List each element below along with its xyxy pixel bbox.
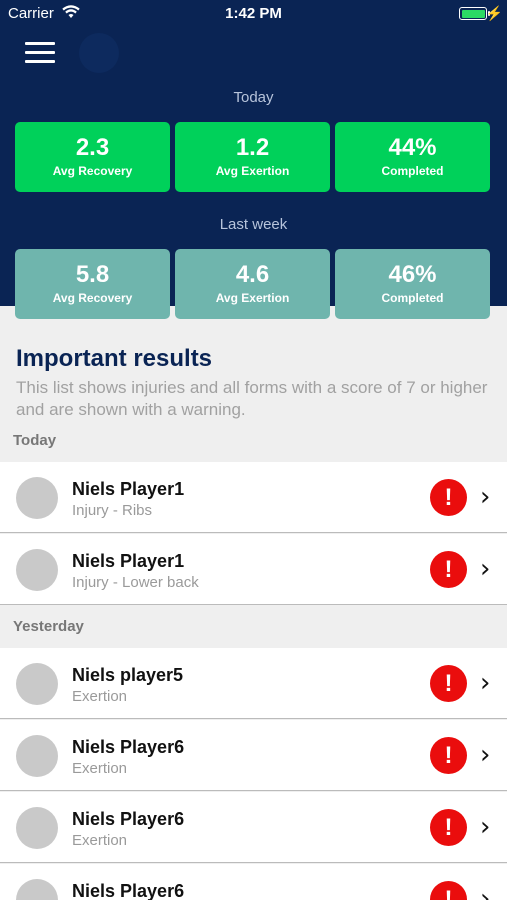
warning-icon: ! bbox=[430, 881, 467, 900]
stat-label: Avg Exertion bbox=[215, 291, 290, 305]
stat-label: Completed bbox=[381, 291, 444, 305]
clock: 1:42 PM bbox=[225, 5, 282, 22]
warning-icon: ! bbox=[430, 737, 467, 774]
result-detail: Exertion bbox=[72, 760, 128, 777]
important-results-title: Important results bbox=[16, 345, 213, 372]
warning-icon: ! bbox=[430, 665, 467, 702]
warning-icon: ! bbox=[430, 551, 467, 588]
chevron-right-icon: › bbox=[480, 482, 491, 512]
today-section-label: Today bbox=[233, 89, 274, 106]
stat-value: 4.6 bbox=[235, 261, 270, 288]
today-completed-card: 44% Completed bbox=[335, 122, 490, 192]
avatar bbox=[16, 663, 58, 705]
chevron-right-icon: › bbox=[480, 812, 491, 842]
stat-value: 5.8 bbox=[75, 261, 110, 288]
result-detail: Injury - Ribs bbox=[72, 502, 153, 519]
result-row[interactable]: Niels Player1 Injury - Lower back ! › bbox=[0, 534, 507, 605]
today-stats: 2.3 Avg Recovery 1.2 Avg Exertion 44% Co… bbox=[15, 122, 492, 192]
chevron-right-icon: › bbox=[480, 554, 491, 584]
result-detail: Injury - Lower back bbox=[72, 574, 199, 591]
last-week-section-label: Last week bbox=[219, 216, 288, 233]
important-results-description: This list shows injuries and all forms w… bbox=[16, 378, 488, 419]
hamburger-menu-icon[interactable] bbox=[25, 42, 55, 64]
result-row[interactable]: Niels Player6 Exertion ! › bbox=[0, 720, 507, 791]
week-completed-card: 46% Completed bbox=[335, 249, 490, 319]
avatar bbox=[16, 807, 58, 849]
stat-value: 1.2 bbox=[235, 134, 270, 161]
last-week-stats: 5.8 Avg Recovery 4.6 Avg Exertion 46% Co… bbox=[15, 249, 492, 319]
result-row[interactable]: Niels player5 Exertion ! › bbox=[0, 648, 507, 719]
player-name: Niels Player6 bbox=[72, 737, 185, 757]
charging-icon: ⚡ bbox=[485, 5, 503, 21]
stat-label: Avg Recovery bbox=[52, 164, 133, 178]
avatar bbox=[16, 879, 58, 900]
result-row[interactable]: Niels Player6 ! › bbox=[0, 864, 507, 900]
avatar bbox=[16, 735, 58, 777]
chevron-right-icon: › bbox=[480, 668, 491, 698]
today-avg-recovery-card: 2.3 Avg Recovery bbox=[15, 122, 170, 192]
battery-icon bbox=[459, 7, 487, 20]
player-name: Niels player5 bbox=[72, 665, 184, 685]
player-name: Niels Player1 bbox=[72, 551, 185, 571]
week-avg-exertion-card: 4.6 Avg Exertion bbox=[175, 249, 330, 319]
warning-icon: ! bbox=[430, 479, 467, 516]
result-detail: Exertion bbox=[72, 832, 128, 849]
today-avg-exertion-card: 1.2 Avg Exertion bbox=[175, 122, 330, 192]
status-bar: Carrier 1:42 PM ⚡ bbox=[0, 0, 507, 28]
player-name: Niels Player1 bbox=[72, 479, 185, 499]
dashboard-header: Carrier 1:42 PM ⚡ Today 2.3 Avg Recovery… bbox=[0, 0, 507, 319]
group-header-yesterday: Yesterday bbox=[0, 606, 507, 648]
week-avg-recovery-card: 5.8 Avg Recovery bbox=[15, 249, 170, 319]
stat-value: 2.3 bbox=[75, 134, 110, 161]
stat-value: 46% bbox=[388, 261, 437, 288]
chevron-right-icon: › bbox=[480, 884, 491, 900]
avatar bbox=[16, 549, 58, 591]
stat-label: Avg Exertion bbox=[215, 164, 290, 178]
result-detail: Exertion bbox=[72, 688, 128, 705]
warning-icon: ! bbox=[430, 809, 467, 846]
chevron-right-icon: › bbox=[480, 740, 491, 770]
team-logo bbox=[79, 33, 119, 73]
result-row[interactable]: Niels Player6 Exertion ! › bbox=[0, 792, 507, 863]
player-name: Niels Player6 bbox=[72, 809, 185, 829]
result-row[interactable]: Niels Player1 Injury - Ribs ! › bbox=[0, 462, 507, 533]
group-header-today: Today bbox=[0, 420, 507, 462]
player-name: Niels Player6 bbox=[72, 881, 185, 900]
stat-label: Avg Recovery bbox=[52, 291, 133, 305]
avatar bbox=[16, 477, 58, 519]
stat-label: Completed bbox=[381, 164, 444, 178]
stat-value: 44% bbox=[388, 134, 437, 161]
